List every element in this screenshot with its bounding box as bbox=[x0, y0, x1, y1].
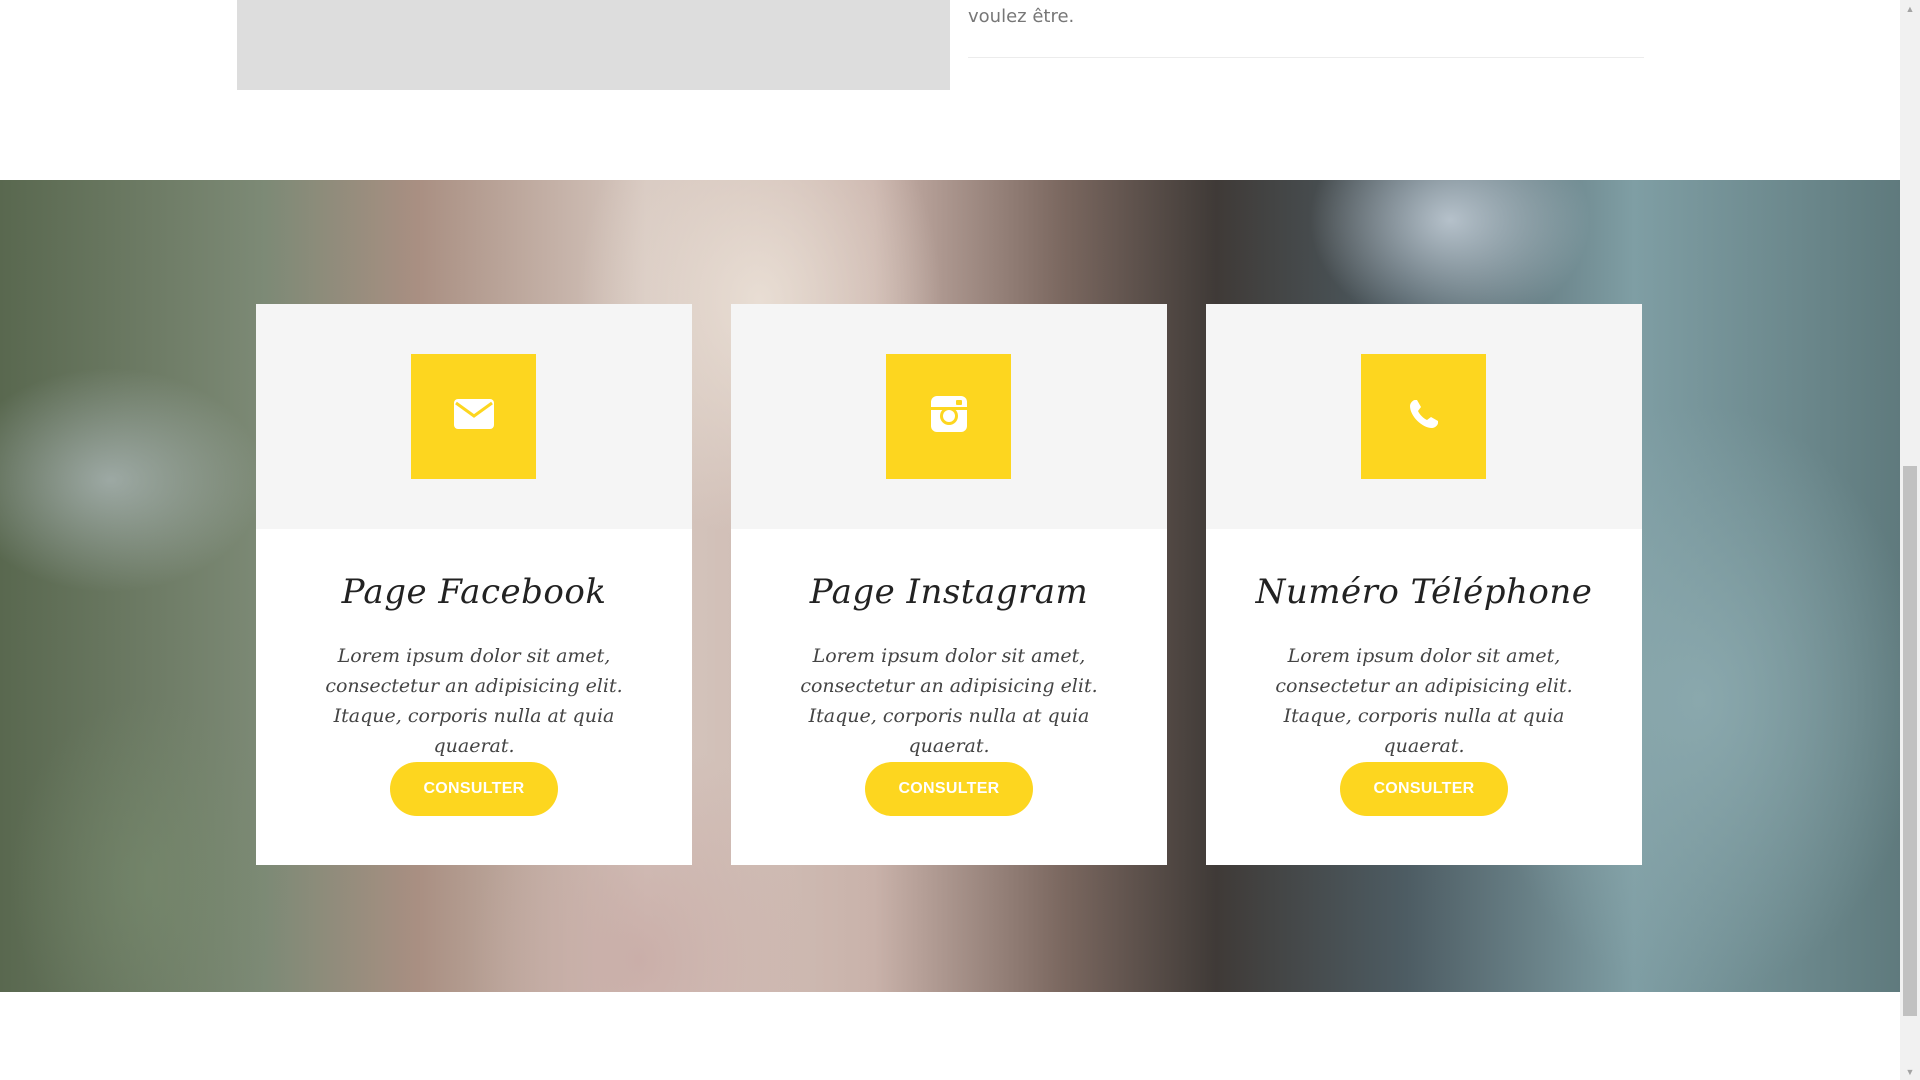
card-icon-area bbox=[1206, 304, 1642, 529]
consulter-button-facebook[interactable]: CONSULTER bbox=[390, 762, 558, 816]
card-instagram: Page Instagram Lorem ipsum dolor sit ame… bbox=[731, 304, 1167, 865]
scroll-down-arrow-icon[interactable]: ▼ bbox=[1900, 1063, 1920, 1080]
card-facebook: Page Facebook Lorem ipsum dolor sit amet… bbox=[256, 304, 692, 865]
scrollbar-thumb[interactable] bbox=[1903, 466, 1917, 1016]
contact-hero-background: Page Facebook Lorem ipsum dolor sit amet… bbox=[0, 180, 1900, 992]
phone-icon bbox=[1408, 398, 1440, 435]
section-text: voulez être. bbox=[968, 6, 1075, 27]
card-title: Page Facebook bbox=[341, 572, 607, 612]
icon-box bbox=[1361, 354, 1486, 479]
card-description: Lorem ipsum dolor sit amet, consectetur … bbox=[800, 645, 1098, 757]
consulter-button-phone[interactable]: CONSULTER bbox=[1340, 762, 1508, 816]
divider bbox=[968, 57, 1644, 58]
scrollbar[interactable]: ▲ ▼ bbox=[1900, 0, 1920, 1080]
card-description: Lorem ipsum dolor sit amet, consectetur … bbox=[325, 645, 623, 757]
card-icon-area bbox=[731, 304, 1167, 529]
card-description: Lorem ipsum dolor sit amet, consectetur … bbox=[1275, 645, 1573, 757]
section-image-placeholder bbox=[237, 0, 950, 90]
card-icon-area bbox=[256, 304, 692, 529]
envelope-icon bbox=[453, 398, 495, 435]
card-title: Page Instagram bbox=[809, 572, 1089, 612]
instagram-icon bbox=[930, 396, 967, 437]
icon-box bbox=[886, 354, 1011, 479]
consulter-button-instagram[interactable]: CONSULTER bbox=[865, 762, 1033, 816]
card-phone: Numéro Téléphone Lorem ipsum dolor sit a… bbox=[1206, 304, 1642, 865]
icon-box bbox=[411, 354, 536, 479]
scroll-up-arrow-icon[interactable]: ▲ bbox=[1900, 0, 1920, 17]
card-title: Numéro Téléphone bbox=[1255, 572, 1593, 612]
